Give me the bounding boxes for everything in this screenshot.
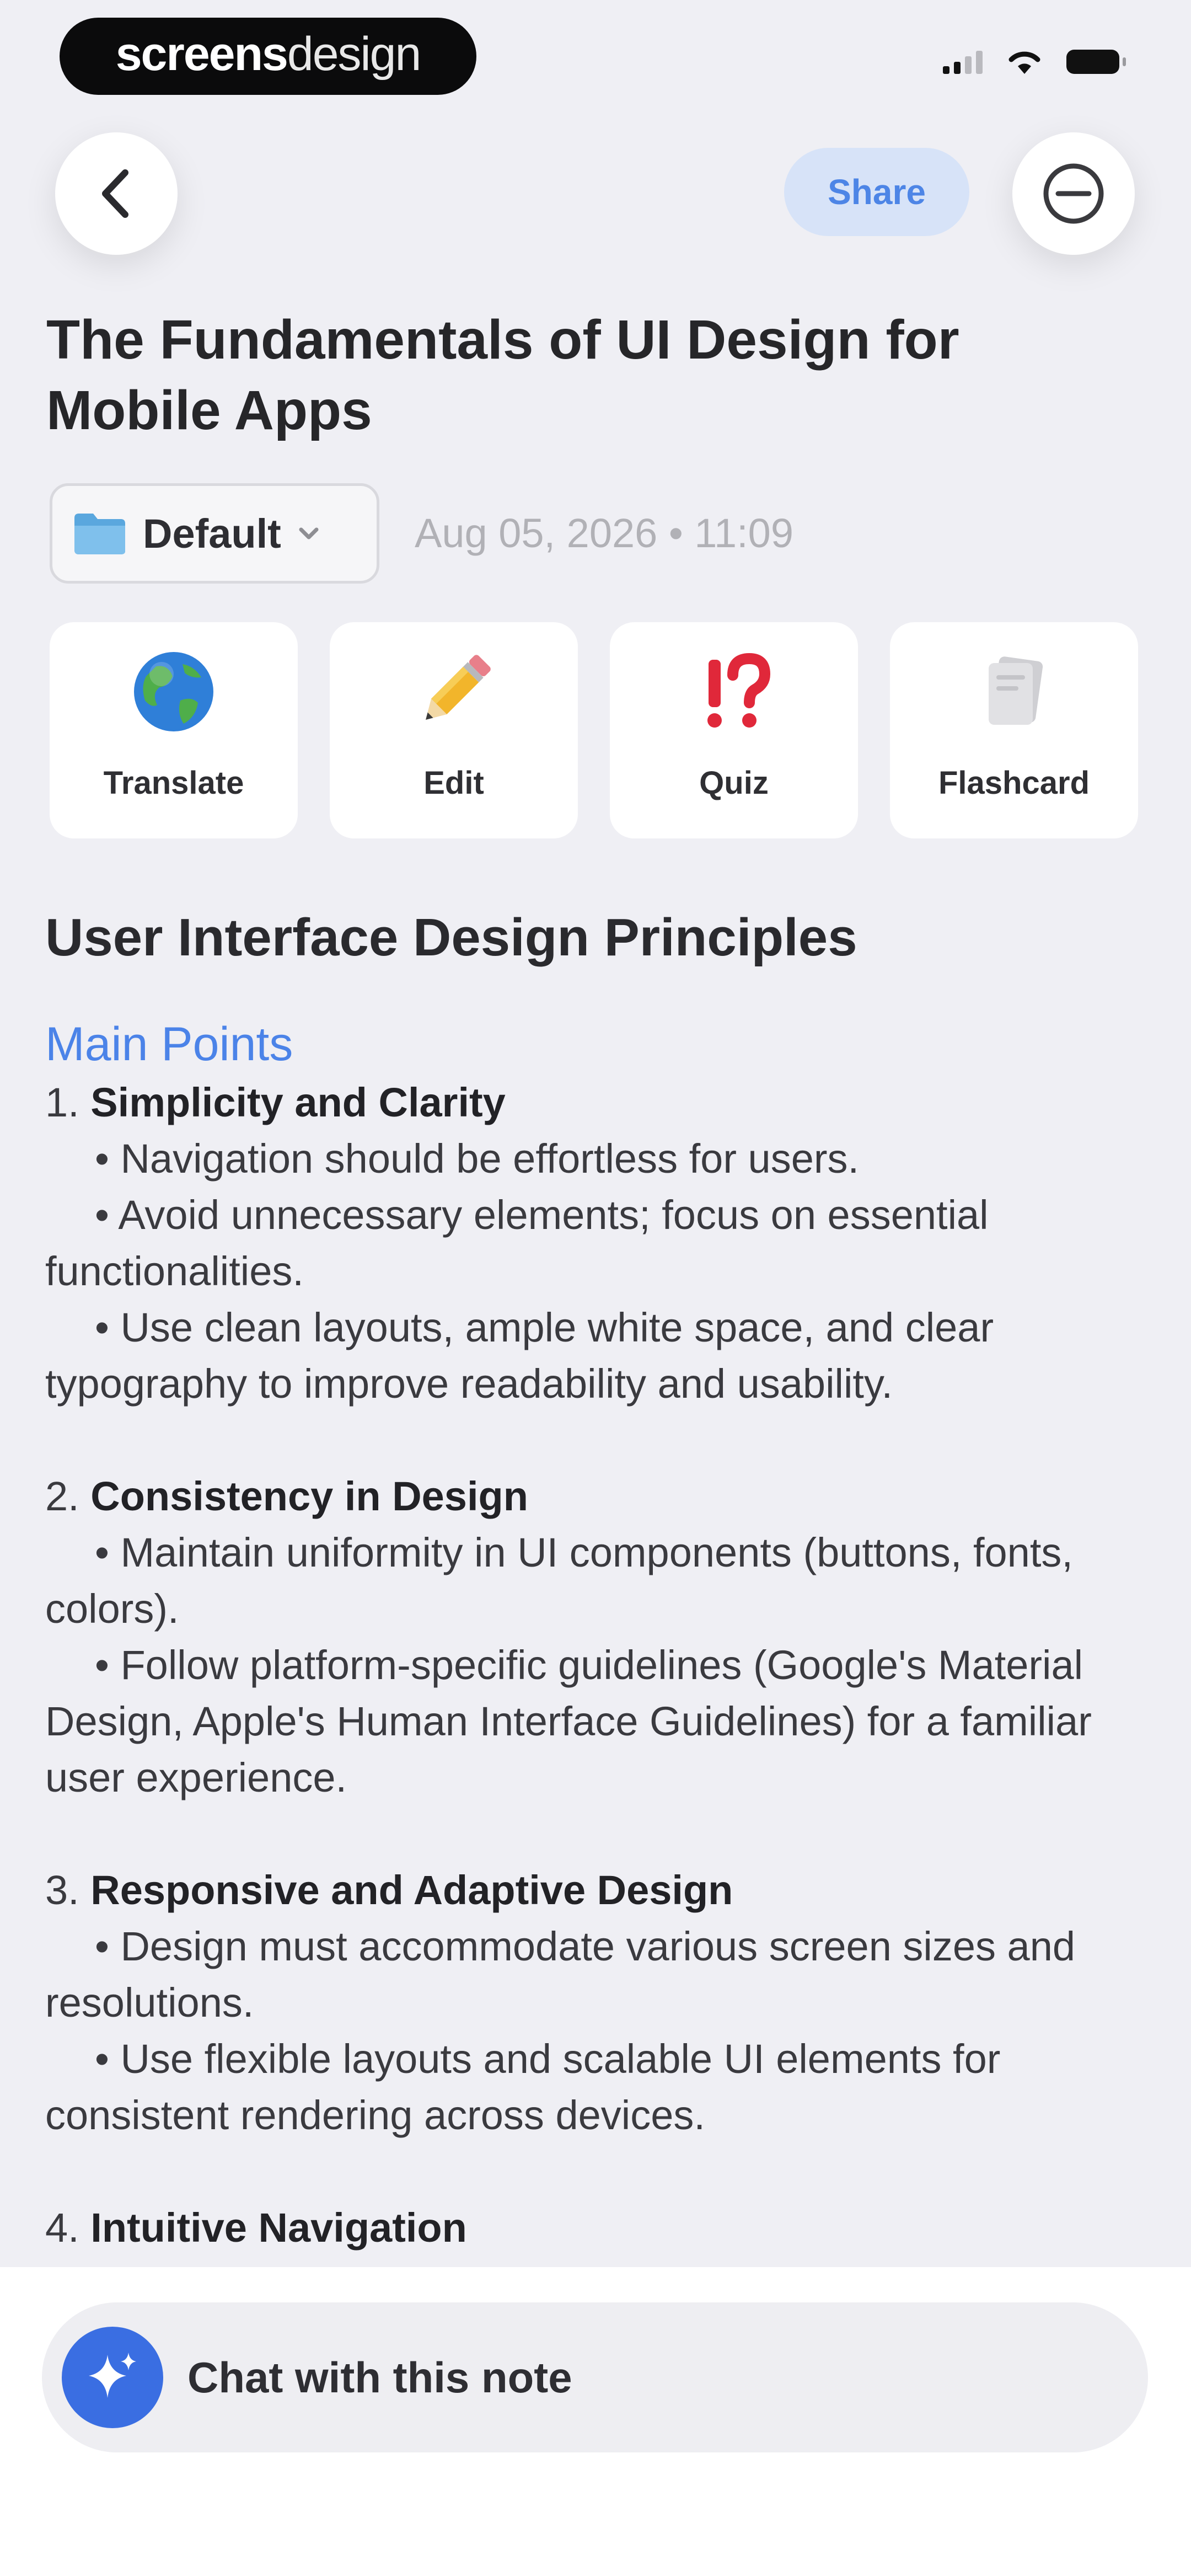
edit-button[interactable]: Edit <box>330 622 578 838</box>
note-content: User Interface Design Principles Main Po… <box>45 899 1148 2256</box>
globe-icon <box>134 652 213 731</box>
chat-label: Chat with this note <box>187 2353 572 2402</box>
battery-icon <box>1066 50 1126 74</box>
bullet-text: Maintain uniformity in UI components (bu… <box>45 1530 1073 1632</box>
bullet-text: Use clean layouts, ample white space, an… <box>45 1305 994 1407</box>
point-number: 1. <box>45 1079 79 1125</box>
list-item: 4. Intuitive Navigation <box>45 2200 1148 2256</box>
main-points-list: 1. Simplicity and Clarity • Navigation s… <box>45 1075 1148 2256</box>
translate-button[interactable]: Translate <box>50 622 298 838</box>
screensdesign-watermark: screens design <box>60 18 476 95</box>
cards-icon <box>989 656 1043 725</box>
note-detail-screen: screens design Share The Fundamentals of … <box>0 0 1191 2576</box>
bullet-item: • Use flexible layouts and scalable UI e… <box>45 2036 1001 2138</box>
note-title: The Fundamentals of UI Design for Mobile… <box>46 309 959 441</box>
section-title: Main Points <box>45 1018 293 1071</box>
watermark-bold-text: screens <box>115 27 288 81</box>
bullet-item: • Maintain uniformity in UI components (… <box>45 1530 1073 1632</box>
translate-label: Translate <box>103 765 244 801</box>
point-number: 4. <box>45 2205 79 2251</box>
bullet-text: Avoid unnecessary elements; focus on ess… <box>45 1192 989 1294</box>
list-item: 3. Responsive and Adaptive Design • Desi… <box>45 1862 1148 2144</box>
sparkles-icon <box>89 2353 136 2398</box>
point-title: Simplicity and Clarity <box>90 1079 506 1125</box>
point-number: 2. <box>45 1473 79 1519</box>
folder-dropdown[interactable]: Default <box>50 483 379 584</box>
bullet-text: Follow platform-specific guidelines (Goo… <box>45 1642 1092 1800</box>
exclamation-question-icon <box>707 653 771 728</box>
bullet-text: Navigation should be effortless for user… <box>120 1136 860 1182</box>
bullet-item: • Design must accommodate various screen… <box>45 1923 1076 2025</box>
bullet-text: Design must accommodate various screen s… <box>45 1923 1076 2025</box>
back-button[interactable] <box>55 132 178 255</box>
point-number: 3. <box>45 1867 79 1913</box>
note-date: Aug 05, 2026 • 11:09 <box>415 510 793 556</box>
point-title: Intuitive Navigation <box>90 2205 467 2251</box>
quiz-label: Quiz <box>699 765 769 801</box>
pencil-icon <box>426 655 491 720</box>
quiz-button[interactable]: Quiz <box>610 622 858 838</box>
bullet-text: Use flexible layouts and scalable UI ele… <box>45 2036 1001 2138</box>
chevron-left-icon <box>102 169 128 218</box>
flashcard-button[interactable]: Flashcard <box>890 622 1138 838</box>
minus-circle-icon <box>1043 163 1104 224</box>
list-item: 2. Consistency in Design • Maintain unif… <box>45 1468 1148 1806</box>
chat-with-note-button[interactable]: Chat with this note <box>42 2302 1148 2452</box>
watermark-light-text: design <box>287 27 421 81</box>
folder-icon <box>74 514 125 554</box>
bullet-item: • Avoid unnecessary elements; focus on e… <box>45 1192 989 1294</box>
bullet-item: • Use clean layouts, ample white space, … <box>45 1305 994 1407</box>
wifi-icon <box>1008 51 1040 74</box>
chat-icon-badge <box>62 2327 163 2428</box>
bullet-item: • Navigation should be effortless for us… <box>95 1136 860 1182</box>
edit-label: Edit <box>423 765 484 801</box>
folder-label: Default <box>143 510 281 557</box>
point-title: Consistency in Design <box>90 1473 528 1519</box>
note-heading: User Interface Design Principles <box>45 908 857 967</box>
cellular-signal-icon <box>943 50 983 74</box>
action-cards: Translate Edit Quiz Flashcard <box>50 622 1141 838</box>
status-icons <box>943 49 1126 75</box>
more-options-button[interactable] <box>1012 132 1135 255</box>
point-title: Responsive and Adaptive Design <box>90 1867 733 1913</box>
bullet-item: • Follow platform-specific guidelines (G… <box>45 1642 1092 1800</box>
list-item: 1. Simplicity and Clarity • Navigation s… <box>45 1075 1148 1412</box>
share-button[interactable]: Share <box>784 148 969 236</box>
chevron-down-icon <box>299 527 319 539</box>
flashcard-label: Flashcard <box>938 765 1090 801</box>
